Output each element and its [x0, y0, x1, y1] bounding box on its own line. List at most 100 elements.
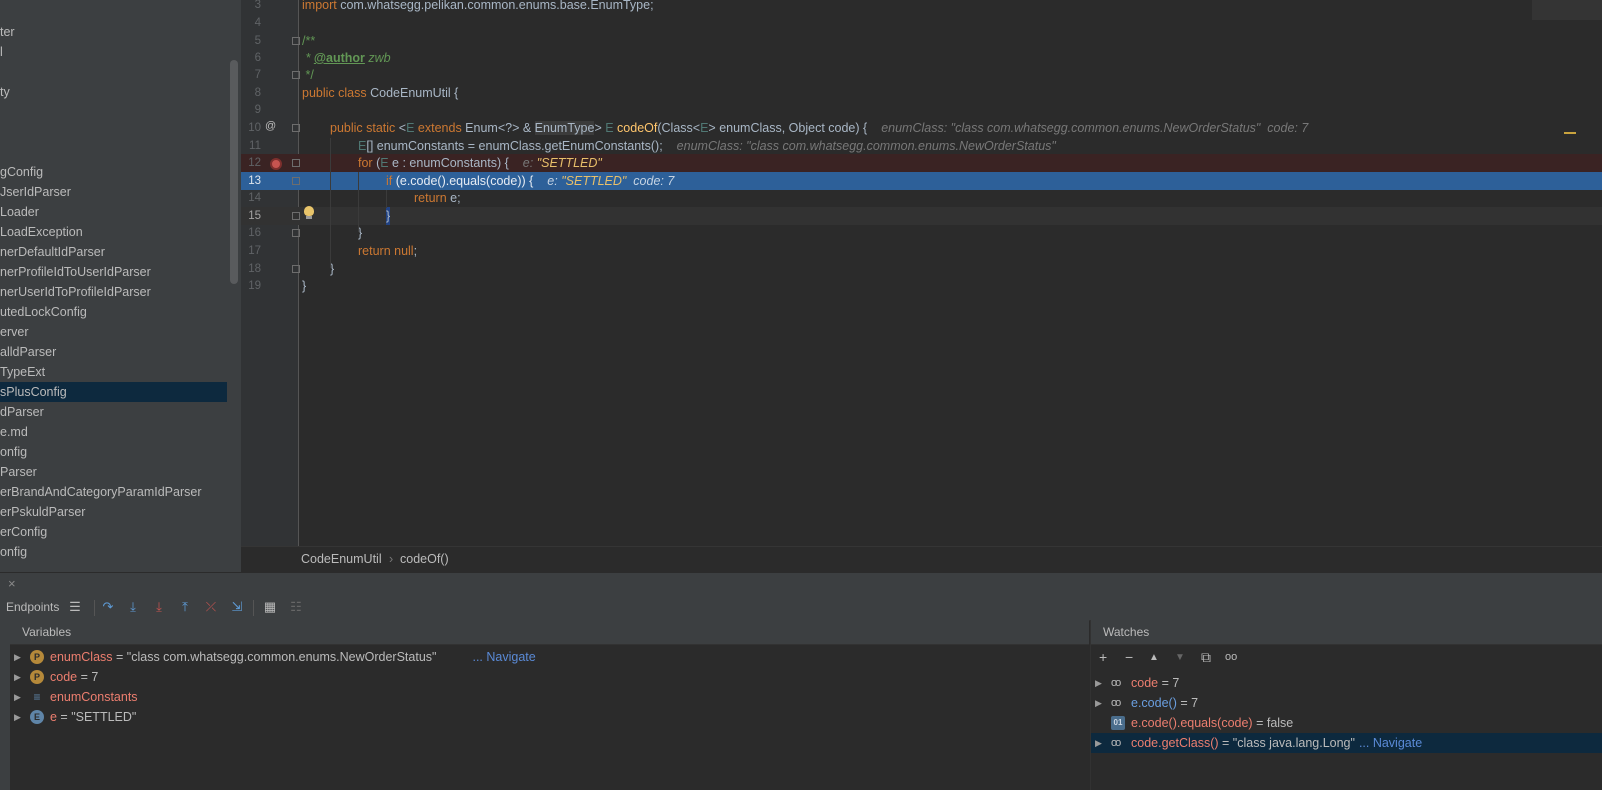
duplicate-watch-icon[interactable]: ⧉ [1201, 649, 1211, 666]
step-over-icon[interactable]: ↷ [100, 599, 116, 615]
breadcrumb-method[interactable]: codeOf() [400, 552, 449, 566]
fold-marker-icon[interactable] [292, 177, 300, 185]
project-tree-item[interactable]: utedLockConfig [0, 302, 227, 322]
variable-value: = "class com.whatsegg.common.enums.NewOr… [112, 650, 437, 664]
code-line-12-breakpoint[interactable]: for (E e : enumConstants) {e: "SETTLED" [241, 154, 1602, 172]
navigate-link[interactable]: ... Navigate [1359, 736, 1422, 750]
fold-marker-icon[interactable] [292, 37, 300, 45]
inline-debug-value: enumClass: "class com.whatsegg.common.en… [881, 121, 1309, 135]
breadcrumb-separator: › [389, 552, 394, 566]
expand-arrow-icon[interactable]: ▶ [1095, 693, 1102, 713]
project-tree-item[interactable]: erBrandAndCategoryParamIdParser [0, 482, 227, 502]
variable-row[interactable]: ▶ Ee = "SETTLED" [10, 707, 1089, 727]
code-line-19[interactable]: } [241, 277, 1602, 295]
watch-expression: e.code() [1131, 696, 1177, 710]
fold-marker-icon[interactable] [292, 124, 300, 132]
trace-icon[interactable]: ☷ [288, 599, 304, 615]
evaluate-expression-icon[interactable]: ▦ [262, 599, 278, 615]
code-line-13-execution-point[interactable]: if (e.code().equals(code)) {e: "SETTLED"… [241, 172, 1602, 190]
project-tree-item[interactable]: nerDefaultIdParser [0, 242, 227, 262]
endpoints-tab[interactable]: Endpoints [6, 600, 59, 614]
expand-arrow-icon[interactable]: ▶ [14, 647, 21, 667]
frames-menu-icon[interactable]: ☰ [67, 599, 83, 615]
project-tree-item[interactable]: nerProfileIdToUserIdParser [0, 262, 227, 282]
project-tree-item[interactable]: erConfig [0, 522, 227, 542]
variable-row[interactable]: ▶ Pcode = 7 [10, 667, 1089, 687]
fold-marker-icon[interactable] [292, 159, 300, 167]
expand-arrow-icon[interactable]: ▶ [14, 667, 21, 687]
remove-watch-icon[interactable]: − [1125, 649, 1133, 665]
move-up-icon[interactable]: ▲ [1149, 652, 1159, 663]
code-line-16[interactable]: } [241, 224, 1602, 242]
code-line-10[interactable]: public static <E extends Enum<?> & EnumT… [241, 119, 1602, 137]
project-tree-item[interactable]: gConfig [0, 162, 227, 182]
project-tree-item[interactable]: JserIdParser [0, 182, 227, 202]
navigate-link[interactable]: ... Navigate [472, 650, 535, 664]
watch-row[interactable]: ▶ oo e.code() = 7 [1091, 693, 1602, 713]
project-tree-item[interactable]: onfig [0, 442, 227, 462]
project-tree-item[interactable] [0, 142, 227, 162]
watch-row[interactable]: ▶ oo code = 7 [1091, 673, 1602, 693]
move-down-icon[interactable]: ▼ [1175, 652, 1185, 663]
run-to-cursor-icon[interactable]: ⇲ [229, 599, 245, 615]
breadcrumb: CodeEnumUtil › codeOf() [241, 546, 1602, 572]
project-tree-item[interactable]: sPlusConfig [0, 382, 227, 402]
project-tree-item[interactable]: dParser [0, 402, 227, 422]
code-line-18[interactable]: } [241, 260, 1602, 278]
expand-arrow-icon[interactable]: ▶ [1095, 733, 1102, 753]
toolbar-separator [94, 600, 95, 616]
project-tree-item[interactable]: Loader [0, 202, 227, 222]
project-tree-item[interactable]: erver [0, 322, 227, 342]
project-tree-item[interactable]: e.md [0, 422, 227, 442]
variable-type-icon: P [30, 670, 44, 684]
breakpoint-icon[interactable] [270, 158, 282, 170]
project-tree-item[interactable]: l [0, 42, 227, 62]
watches-title: Watches [1091, 620, 1602, 645]
code-editor[interactable]: import com.whatsegg.pelikan.common.enums… [241, 0, 1602, 546]
project-tree-item[interactable] [0, 62, 227, 82]
code-line-3[interactable]: import com.whatsegg.pelikan.common.enums… [241, 0, 1602, 14]
drop-frame-icon[interactable]: ⤫ [203, 599, 219, 615]
step-into-icon[interactable]: ⤓ [125, 599, 141, 615]
fold-marker-icon[interactable] [292, 265, 300, 273]
add-watch-icon[interactable]: + [1099, 649, 1107, 665]
code-line-8[interactable]: public class CodeEnumUtil { [241, 84, 1602, 102]
project-tree-item[interactable] [0, 122, 227, 142]
step-out-icon[interactable]: ⤒ [177, 599, 193, 615]
project-tree-item[interactable]: Parser [0, 462, 227, 482]
close-tab-icon[interactable]: × [8, 576, 16, 591]
variable-row[interactable]: ▶ PenumClass = "class com.whatsegg.common… [10, 647, 1089, 667]
breadcrumb-class[interactable]: CodeEnumUtil [301, 552, 382, 566]
project-tree-item[interactable]: TypeExt [0, 362, 227, 382]
code-line-14[interactable]: return e; [241, 189, 1602, 207]
code-line-15-caret[interactable]: } [241, 207, 1602, 225]
project-tree-item[interactable]: alldParser [0, 342, 227, 362]
code-line-11[interactable]: E[] enumConstants = enumClass.getEnumCon… [241, 137, 1602, 155]
project-tree-item[interactable]: nerUserIdToProfileIdParser [0, 282, 227, 302]
lightbulb-icon[interactable] [304, 206, 314, 216]
project-tree-item[interactable] [0, 102, 227, 122]
project-tree-item[interactable]: ty [0, 82, 227, 102]
show-watches-icon[interactable]: oo [1225, 651, 1237, 663]
expand-arrow-icon[interactable]: ▶ [14, 687, 21, 707]
code-line-17[interactable]: return null; [241, 242, 1602, 260]
watch-row[interactable]: 01 e.code().equals(code) = false [1091, 713, 1602, 733]
project-tree-scrollbar[interactable] [230, 60, 238, 284]
line-number: 11 [249, 140, 261, 152]
watch-row[interactable]: ▶ oo code.getClass() = "class java.lang.Lo… [1091, 733, 1602, 753]
implements-marker-icon[interactable]: @ [265, 120, 276, 132]
fold-marker-icon[interactable] [292, 71, 300, 79]
code-line-5[interactable]: /** [241, 32, 1602, 50]
project-tree-item[interactable]: ter [0, 22, 227, 42]
project-tree-item[interactable]: erPskuldParser [0, 502, 227, 522]
expand-arrow-icon[interactable]: ▶ [14, 707, 21, 727]
code-line-6[interactable]: * @author zwb [241, 49, 1602, 67]
variable-row[interactable]: ▶ ≡ enumConstants [10, 687, 1089, 707]
code-line-7[interactable]: */ [241, 66, 1602, 84]
expand-arrow-icon[interactable]: ▶ [1095, 673, 1102, 693]
fold-marker-icon[interactable] [292, 212, 300, 220]
fold-marker-icon[interactable] [292, 229, 300, 237]
project-tree-item[interactable]: onfig [0, 542, 227, 562]
force-step-into-icon[interactable]: ⤓ [151, 599, 167, 615]
project-tree-item[interactable]: LoadException [0, 222, 227, 242]
